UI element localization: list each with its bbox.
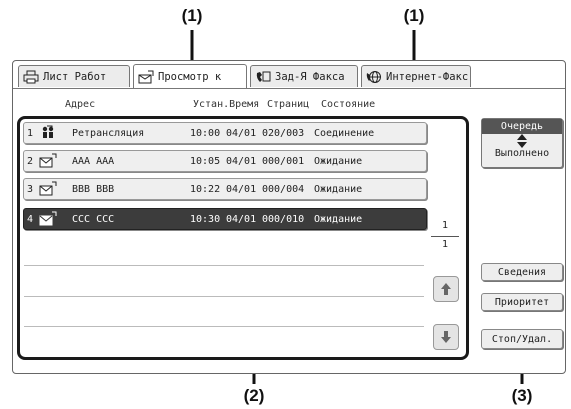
internet-fax-icon — [366, 70, 381, 83]
job-row[interactable]: 3 BBB BBB 10:22 04/01 000/004 Ожидание — [23, 178, 427, 200]
column-header-status: Состояние — [321, 99, 376, 110]
page-divider — [431, 236, 459, 237]
job-name: CCC CCC — [72, 213, 115, 225]
job-status-screen: Лист Работ Просмотр к Зад-Я Факса Интерн… — [12, 60, 566, 374]
printer-icon — [23, 70, 39, 83]
page-total: 1 — [441, 239, 449, 250]
job-pages: 020/003 — [262, 127, 305, 139]
fax-icon — [256, 71, 271, 82]
job-status: Ожидание — [314, 183, 363, 195]
stop-delete-button[interactable]: Стоп/Удал. — [481, 329, 563, 349]
mail-icon — [39, 211, 57, 226]
column-header-address: Адрес — [65, 99, 96, 110]
job-date: 04/01 — [226, 213, 257, 225]
job-pages: 000/010 — [262, 213, 305, 225]
queue-done-toggle[interactable]: Очередь Выполнено — [481, 118, 563, 168]
column-header-time: Устан.Время — [193, 99, 260, 110]
scroll-down-button[interactable] — [433, 324, 459, 350]
job-number: 1 — [27, 127, 34, 139]
job-row-selected[interactable]: 4 CCC CCC 10:30 04/01 000/010 Ожидание — [23, 208, 427, 230]
tab-job-list[interactable]: Лист Работ — [18, 65, 130, 87]
mail-icon — [39, 153, 57, 168]
scroll-up-button[interactable] — [433, 276, 459, 302]
column-header-pages: Страниц — [267, 99, 310, 110]
job-number: 2 — [27, 155, 34, 167]
queue-label: Очередь — [482, 119, 562, 134]
job-name: AAA AAA — [72, 155, 115, 167]
job-date: 04/01 — [226, 155, 257, 167]
tab-label: Зад-Я Факса — [275, 70, 345, 83]
tab-label: Интернет-Факс — [386, 70, 469, 83]
mail-icon — [39, 181, 57, 196]
job-number: 3 — [27, 183, 34, 195]
job-status: Ожидание — [314, 155, 363, 167]
job-date: 04/01 — [226, 127, 257, 139]
tab-divider — [13, 88, 565, 89]
tab-scan-to[interactable]: Просмотр к — [133, 64, 247, 88]
empty-row — [24, 296, 424, 297]
tab-fax-jobs[interactable]: Зад-Я Факса — [250, 65, 358, 87]
priority-button[interactable]: Приоритет — [481, 293, 563, 311]
job-row[interactable]: 2 AAA AAA 10:05 04/01 000/001 Ожидание — [23, 150, 427, 172]
job-pages: 000/004 — [262, 183, 305, 195]
arrow-up-icon — [441, 283, 451, 295]
job-number: 4 — [27, 213, 34, 225]
job-date: 04/01 — [226, 183, 257, 195]
page-current: 1 — [441, 220, 449, 231]
job-time: 10:30 — [190, 213, 221, 225]
details-button[interactable]: Сведения — [481, 263, 563, 281]
tab-label: Лист Работ — [43, 70, 107, 83]
tab-internet-fax[interactable]: Интернет-Факс — [361, 65, 471, 87]
job-name: BBB BBB — [72, 183, 115, 195]
job-pages: 000/001 — [262, 155, 305, 167]
tab-label: Просмотр к — [158, 70, 222, 83]
arrow-down-icon — [441, 331, 451, 343]
scan-icon — [138, 70, 154, 83]
job-status: Соединение — [314, 127, 375, 139]
job-time: 10:00 — [190, 127, 221, 139]
job-time: 10:22 — [190, 183, 221, 195]
empty-row — [24, 326, 424, 327]
done-label: Выполнено — [494, 148, 550, 159]
toggle-arrows-icon — [482, 134, 562, 148]
job-time: 10:05 — [190, 155, 221, 167]
job-status: Ожидание — [314, 213, 363, 225]
job-row[interactable]: 1 Ретрансляция 10:00 04/01 020/003 Соеди… — [23, 122, 427, 144]
job-list: 1 Ретрансляция 10:00 04/01 020/003 Соеди… — [17, 116, 469, 360]
empty-row — [24, 265, 424, 266]
job-name: Ретрансляция — [72, 127, 145, 139]
relay-icon — [42, 125, 54, 138]
